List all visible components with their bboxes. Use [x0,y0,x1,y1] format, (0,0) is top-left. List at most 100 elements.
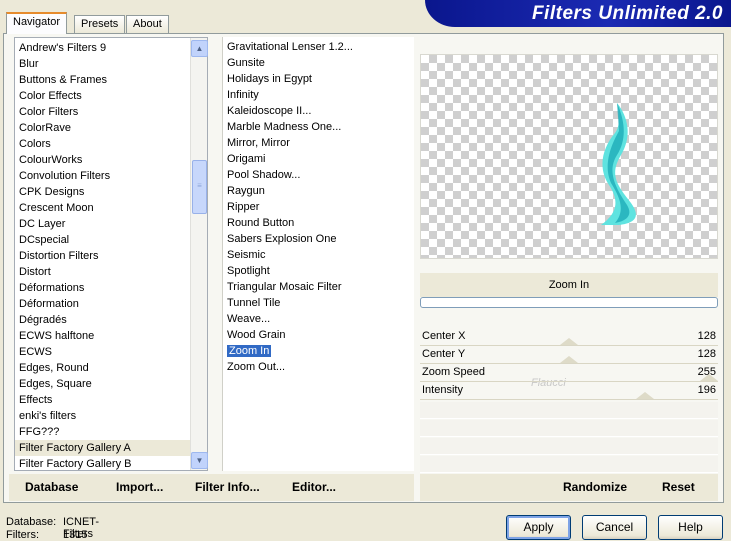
param-slider-marker[interactable] [635,392,654,399]
param-slider-marker[interactable] [560,338,578,345]
reset-button[interactable]: Reset [662,480,695,494]
category-item[interactable]: Crescent Moon [15,200,207,216]
filter-item[interactable]: Ripper [223,199,414,215]
cancel-button[interactable]: Cancel [582,515,647,540]
tab-about[interactable]: About [126,15,169,33]
category-item[interactable]: DC Layer [15,216,207,232]
filter-item[interactable]: Weave... [223,311,414,327]
filter-info-button[interactable]: Filter Info... [195,480,260,494]
category-item[interactable]: Dégradés [15,312,207,328]
filter-item[interactable]: Triangular Mosaic Filter [223,279,414,295]
filter-item-label: Gunsite [227,57,265,69]
category-item[interactable]: Color Effects [15,88,207,104]
filter-item[interactable]: Zoom In [223,343,414,359]
filter-item[interactable]: Tunnel Tile [223,295,414,311]
param-row-empty [420,456,718,473]
param-slider-marker[interactable] [700,374,718,381]
current-filter-name: Zoom In [420,273,718,297]
scroll-up-button[interactable]: ▲ [191,40,208,57]
filter-item[interactable]: Holidays in Egypt [223,71,414,87]
category-item[interactable]: DCspecial [15,232,207,248]
filter-item[interactable]: Seismic [223,247,414,263]
category-item[interactable]: Edges, Round [15,360,207,376]
filter-item-label: Zoom In [227,345,272,357]
param-slider-marker[interactable] [560,356,578,363]
param-row[interactable]: Center Y 128 [420,346,718,364]
param-row-empty [420,420,718,437]
status-database-label: Database: [6,516,57,528]
category-item[interactable]: enki's filters [15,408,207,424]
filter-item[interactable]: Infinity [223,87,414,103]
filter-item-label: Infinity [227,89,259,101]
filter-item-label: Raygun [227,185,265,197]
category-item[interactable]: ECWS halftone [15,328,207,344]
param-slider-track[interactable] [420,399,718,400]
apply-button[interactable]: Apply [506,515,571,540]
category-item[interactable]: Blur [15,56,207,72]
category-item[interactable]: Edges, Square [15,376,207,392]
category-item[interactable]: Buttons & Frames [15,72,207,88]
filter-item-label: Wood Grain [227,329,286,341]
database-button[interactable]: Database [25,480,78,494]
status-filters-label: Filters: [6,529,39,541]
category-item[interactable]: Color Filters [15,104,207,120]
param-row[interactable]: Intensity 196 [420,382,718,400]
help-button[interactable]: Help [658,515,723,540]
filter-item[interactable]: Gravitational Lenser 1.2... [223,39,414,55]
filter-list[interactable]: Gravitational Lenser 1.2... Gunsite Holida… [222,37,414,471]
param-row-empty [420,438,718,455]
filter-item-label: Round Button [227,217,295,229]
scroll-thumb[interactable]: ≡ [192,160,207,214]
filter-item[interactable]: Zoom Out... [223,359,414,375]
category-list[interactable]: Andrew's Filters 9 Blur Buttons & Frames Co… [14,37,208,471]
scroll-down-button[interactable]: ▼ [191,452,208,469]
progress-bar [420,297,718,308]
category-item[interactable]: ColorRave [15,120,207,136]
param-row-empty [420,402,718,419]
category-item[interactable]: Andrew's Filters 9 [15,40,207,56]
param-row[interactable]: Center X 128 [420,328,718,346]
filter-item-label: Spotlight [227,265,270,277]
filter-item-label: Origami [227,153,266,165]
filter-item[interactable]: Pool Shadow... [223,167,414,183]
filter-item[interactable]: Sabers Explosion One [223,231,414,247]
filter-item[interactable]: Marble Madness One... [223,119,414,135]
status-filters-value: 1315 [63,529,88,541]
category-item[interactable]: ECWS [15,344,207,360]
tab-navigator[interactable]: Navigator [6,12,68,34]
param-label: Intensity [422,384,463,396]
editor-button[interactable]: Editor... [292,480,336,494]
category-item[interactable]: Filter Factory Gallery B [15,456,207,470]
randomize-button[interactable]: Randomize [563,480,627,494]
category-item[interactable]: Effects [15,392,207,408]
filter-item[interactable]: Wood Grain [223,327,414,343]
filter-item[interactable]: Round Button [223,215,414,231]
category-item[interactable]: Colors [15,136,207,152]
filter-item[interactable]: Raygun [223,183,414,199]
param-value: 196 [697,384,716,396]
category-item[interactable]: CPK Designs [15,184,207,200]
app-title-banner: Filters Unlimited 2.0 [425,0,731,27]
param-row[interactable]: Zoom Speed 255 [420,364,718,382]
filter-item[interactable]: Spotlight [223,263,414,279]
filter-item[interactable]: Kaleidoscope II... [223,103,414,119]
preview-image[interactable]: Flaucci [420,54,718,389]
category-item[interactable]: Déformation [15,296,207,312]
filter-item-label: Mirror, Mirror [227,137,290,149]
filter-item[interactable]: Mirror, Mirror [223,135,414,151]
filter-item-label: Weave... [227,313,271,325]
category-item[interactable]: ColourWorks [15,152,207,168]
category-item[interactable]: Convolution Filters [15,168,207,184]
import-button[interactable]: Import... [116,480,163,494]
category-item[interactable]: Déformations [15,280,207,296]
category-item[interactable]: Filter Factory Gallery A [15,440,207,456]
filter-item-label: Holidays in Egypt [227,73,312,85]
category-item[interactable]: Distort [15,264,207,280]
filter-item-label: Gravitational Lenser 1.2... [227,41,353,53]
filter-item[interactable]: Origami [223,151,414,167]
category-scrollbar[interactable]: ▲ ≡ ▼ [190,38,208,470]
tab-presets[interactable]: Presets [74,15,126,33]
filter-item[interactable]: Gunsite [223,55,414,71]
category-item[interactable]: FFG??? [15,424,207,440]
category-item[interactable]: Distortion Filters [15,248,207,264]
